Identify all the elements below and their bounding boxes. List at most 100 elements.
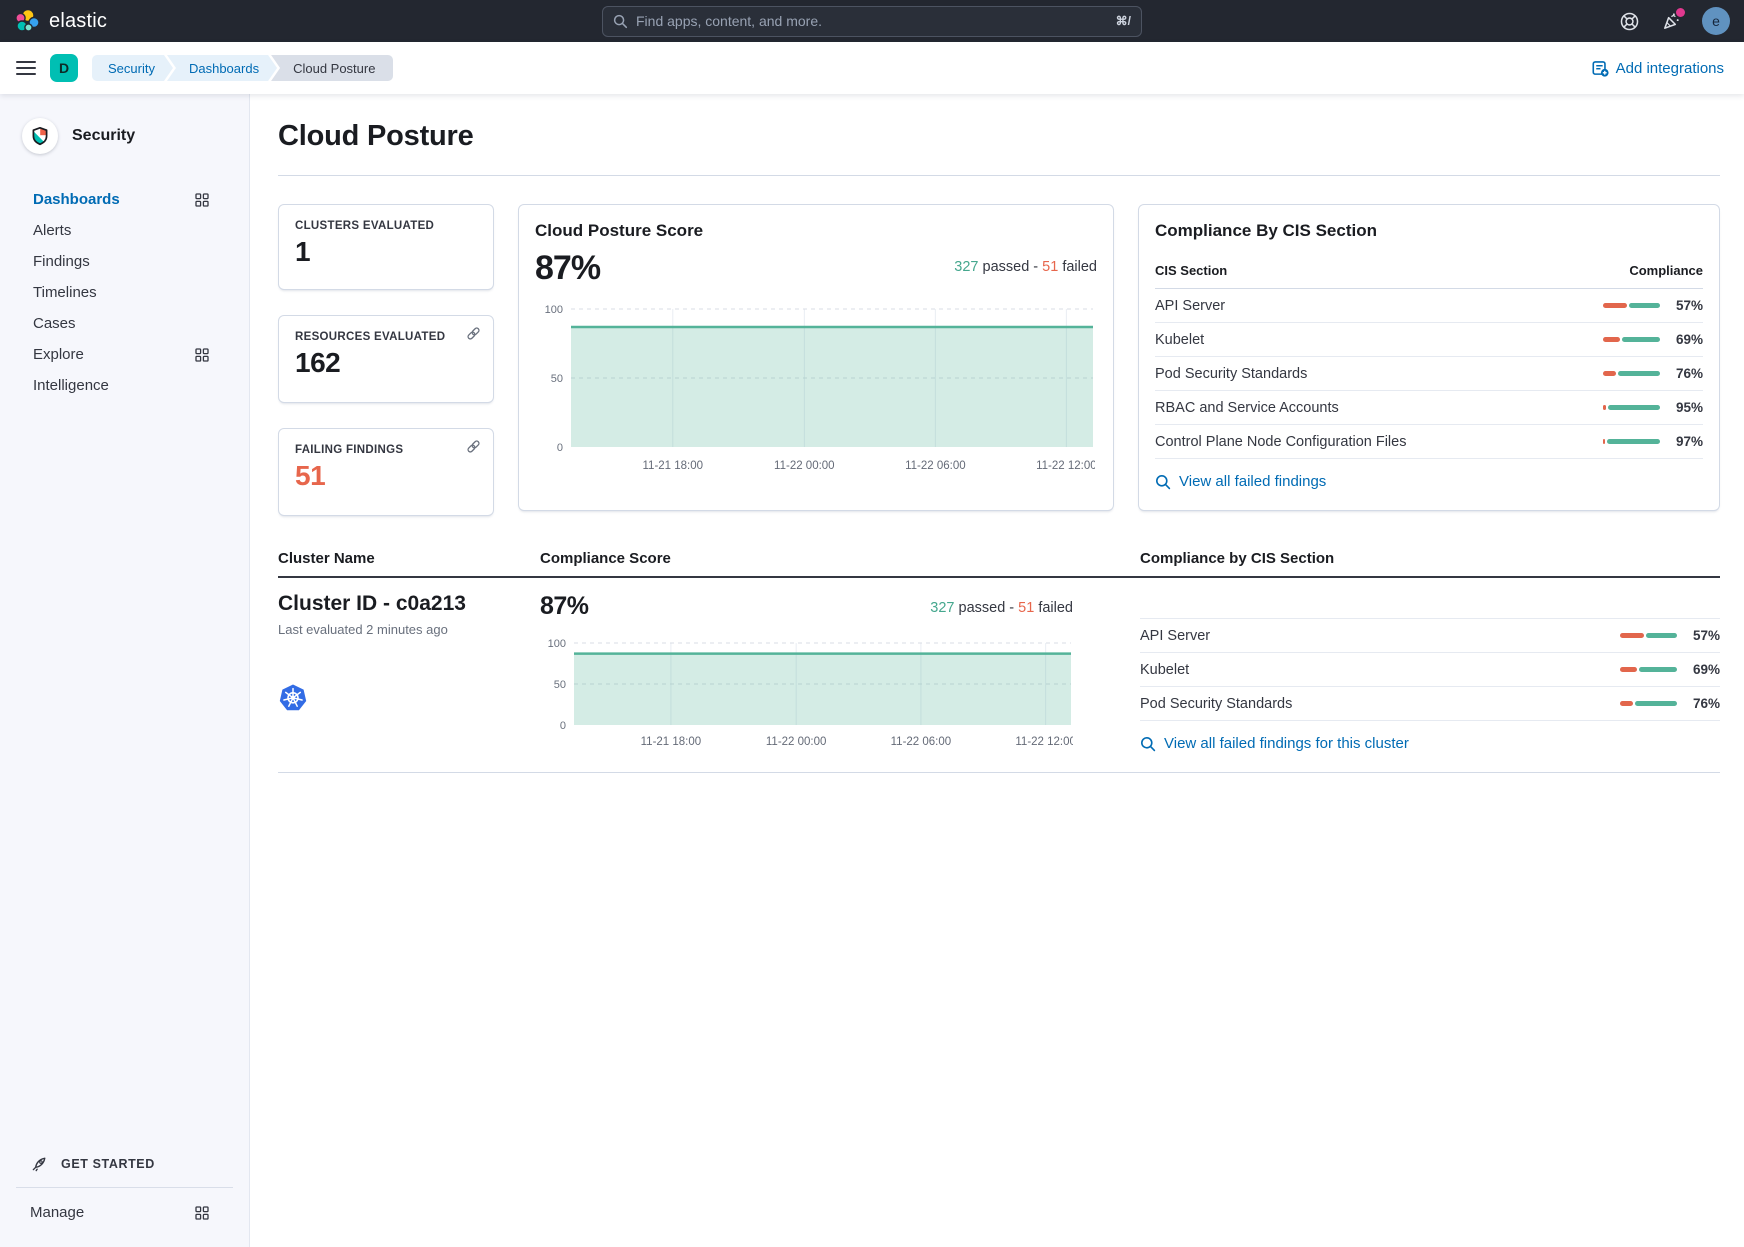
sidebar-item-label: Cases <box>33 315 76 332</box>
compliance-percent: 76% <box>1686 696 1720 711</box>
svg-text:50: 50 <box>554 679 566 691</box>
sidebar-item-label: Intelligence <box>33 377 109 394</box>
sidebar-nav: DashboardsAlertsFindings Timelines Cases Ex… <box>0 184 249 401</box>
global-search[interactable]: ⌘/ <box>602 6 1142 37</box>
cis-table-header: CIS Section Compliance <box>1155 263 1703 289</box>
life-buoy-icon <box>1619 11 1640 32</box>
svg-text:11-22 06:00: 11-22 06:00 <box>891 736 952 748</box>
sidebar-item-label: Explore <box>33 346 84 363</box>
sidebar-item-alerts[interactable]: Alerts <box>0 215 249 246</box>
clusters-table: Cluster Name Compliance Score Compliance… <box>278 550 1720 773</box>
compliance-percent: 97% <box>1669 434 1703 449</box>
passed-failed-badge: 327 passed - 51 failed <box>954 259 1097 275</box>
sidebar-item-get-started[interactable]: GET STARTED <box>0 1144 249 1187</box>
breadcrumb-security[interactable]: Security <box>92 55 173 81</box>
add-integrations-icon <box>1592 60 1609 77</box>
search-icon <box>1140 736 1156 752</box>
failing-findings-link-icon[interactable] <box>466 439 481 459</box>
compliance-percent: 57% <box>1669 298 1703 313</box>
cis-section-name: Control Plane Node Configuration Files <box>1155 434 1406 450</box>
compliance-bar <box>1603 303 1660 308</box>
cis-section-row: Kubelet69% <box>1140 653 1720 687</box>
page: elastic ⌘/ <box>0 0 1744 1247</box>
cis-section-name: Pod Security Standards <box>1140 696 1292 712</box>
stat-value: 1 <box>295 236 477 268</box>
cis-section-row: API Server 57% <box>1140 619 1720 653</box>
cluster-name-column-header: Cluster Name <box>278 550 540 567</box>
sidebar-item-explore[interactable]: Explore <box>0 339 249 370</box>
sidebar-item-timelines[interactable]: Timelines <box>0 277 249 308</box>
user-avatar[interactable]: e <box>1702 7 1730 35</box>
sidebar-item-manage[interactable]: Manage <box>0 1196 249 1229</box>
cis-rows: API Server57%Kubelet69%Pod Security Stan… <box>1155 289 1703 459</box>
cluster-name-cell: Cluster ID - c0a213 Last evaluated 2 min… <box>278 592 540 756</box>
sidebar-item-label: Timelines <box>33 284 97 301</box>
help-button[interactable] <box>1618 10 1640 32</box>
compliance-by-cis-panel: Compliance By CIS Section CIS Section Co… <box>1138 204 1720 511</box>
sidebar-item-intelligence[interactable]: Intelligence <box>0 370 249 401</box>
score-panel-title: Cloud Posture Score <box>535 221 1097 241</box>
cis-section-name: API Server <box>1140 628 1210 644</box>
posture-score-chart: 05010011-21 18:0011-22 00:0011-22 06:001… <box>535 299 1097 480</box>
sidebar-item-cases[interactable]: Cases <box>0 308 249 339</box>
cis-section-row: Kubelet 69% <box>1155 323 1703 357</box>
breadcrumb-dashboards[interactable]: Dashboards <box>167 55 277 81</box>
compliance-score-column-header: Compliance Score <box>540 550 1140 567</box>
space-switcher[interactable]: D <box>50 54 78 82</box>
compliance-percent: 57% <box>1686 628 1720 643</box>
kubernetes-icon <box>278 683 540 718</box>
svg-text:0: 0 <box>560 720 566 732</box>
sidebar-header: Security <box>0 118 249 154</box>
cis-section-row: RBAC and Service Accounts 95% <box>1155 391 1703 425</box>
compliance-column-header: Compliance <box>1629 263 1703 278</box>
compliance-percent: 95% <box>1669 400 1703 415</box>
cis-section-name: RBAC and Service Accounts <box>1155 400 1339 416</box>
search-input[interactable] <box>636 13 1108 29</box>
sidebar-title: Security <box>72 127 135 145</box>
search-icon <box>1155 474 1171 490</box>
cloud-posture-score-panel: Cloud Posture Score 87% 327 passed - 51 … <box>518 204 1114 511</box>
global-header: elastic ⌘/ <box>0 0 1744 42</box>
clusters-evaluated-card: CLUSTERS EVALUATED 1 <box>278 204 494 290</box>
svg-text:100: 100 <box>548 638 566 650</box>
elastic-logo-icon <box>14 8 40 34</box>
compliance-bar <box>1603 337 1660 342</box>
cis-compliance-value: 69% <box>1603 332 1703 347</box>
menu-toggle-button[interactable] <box>16 61 36 75</box>
view-all-failed-findings-link[interactable]: View all failed findings <box>1155 473 1703 490</box>
failing-findings-card: FAILING FINDINGS 51 <box>278 428 494 516</box>
cis-section-name: Kubelet <box>1155 332 1204 348</box>
cis-section-row: Pod Security Standards76% <box>1155 357 1703 391</box>
view-all-failed-findings-label: View all failed findings <box>1179 473 1326 490</box>
cluster-id[interactable]: Cluster ID - c0a213 <box>278 592 540 616</box>
compliance-percent: 69% <box>1669 332 1703 347</box>
svg-text:11-22 12:00: 11-22 12:00 <box>1015 736 1073 748</box>
svg-text:100: 100 <box>545 304 563 316</box>
title-divider <box>278 175 1720 176</box>
sidebar-item-findings[interactable]: Findings <box>0 246 249 277</box>
cluster-score-chart: 05010011-21 18:0011-22 00:0011-22 06:001… <box>540 635 1073 756</box>
compliance-by-cis-cell: API Server57%Kubelet69%Pod Security Stan… <box>1140 592 1720 756</box>
sidebar-item-dashboards[interactable]: Dashboards <box>0 184 249 215</box>
view-failed-findings-cluster-link[interactable]: View all failed findings for this cluste… <box>1140 735 1720 752</box>
cis-section-name: Kubelet <box>1140 662 1189 678</box>
compliance-by-cis-column-header: Compliance by CIS Section <box>1140 550 1720 567</box>
security-shield-icon <box>30 126 50 146</box>
cis-section-row: Pod Security Standards 76% <box>1140 687 1720 721</box>
news-feed-button[interactable] <box>1660 10 1682 32</box>
compliance-bar <box>1603 439 1660 444</box>
resources-link-icon[interactable] <box>466 326 481 346</box>
search-shortcut-hint: ⌘/ <box>1116 14 1131 28</box>
manage-label: Manage <box>30 1204 84 1221</box>
stat-value: 51 <box>295 460 477 492</box>
grid-apps-icon <box>195 1206 209 1220</box>
svg-text:11-22 06:00: 11-22 06:00 <box>905 460 966 472</box>
stat-value: 162 <box>295 347 477 379</box>
clusters-table-header: Cluster Name Compliance Score Compliance… <box>278 550 1720 578</box>
stats-column: CLUSTERS EVALUATED 1 RESOURCES EVALUATED… <box>278 204 494 516</box>
elastic-home-link[interactable]: elastic <box>14 8 264 34</box>
cis-compliance-value: 95% <box>1603 400 1703 415</box>
compliance-percent: 76% <box>1669 366 1703 381</box>
add-integrations-button[interactable]: Add integrations <box>1592 60 1724 77</box>
breadcrumb: Security Dashboards Cloud Posture <box>92 55 387 81</box>
